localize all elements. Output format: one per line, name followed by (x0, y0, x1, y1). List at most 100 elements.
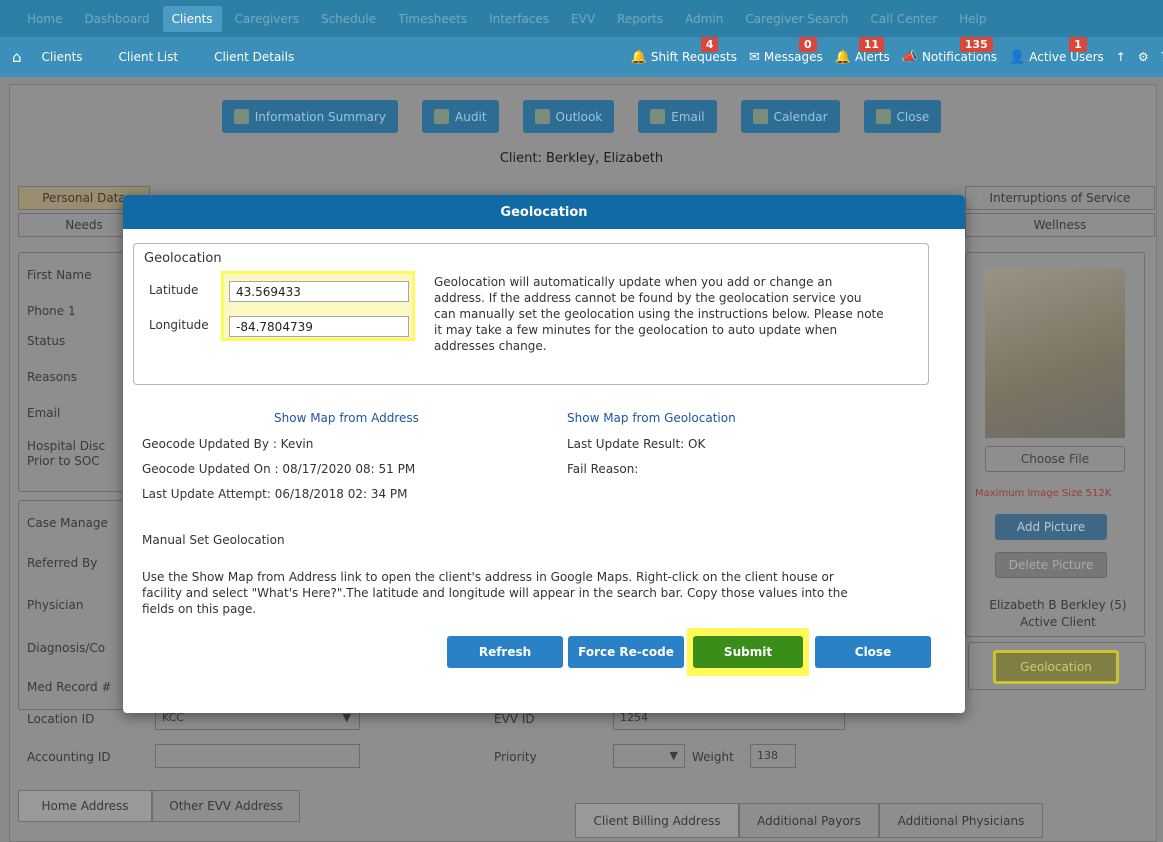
close-button[interactable]: Close (815, 636, 931, 668)
latitude-input[interactable] (229, 281, 409, 302)
manual-instructions-line: fields on this page. (142, 602, 257, 616)
longitude-input[interactable] (229, 316, 409, 337)
alerts-badge: 11 (858, 36, 885, 52)
geolocation-button[interactable]: Geolocation (993, 650, 1119, 684)
weight-field[interactable]: 138 (750, 744, 796, 768)
med-record-label: Med Record # (27, 680, 112, 694)
refresh-button[interactable]: Refresh (447, 636, 563, 668)
alerts-link[interactable]: 🔔 Alerts 11 (835, 36, 890, 65)
manual-instructions-line: facility and select "What's Here?".The l… (142, 586, 848, 600)
subnav-client-list[interactable]: Client List (119, 50, 179, 64)
manual-set-geolocation-title: Manual Set Geolocation (142, 533, 285, 547)
nav-admin[interactable]: Admin (676, 12, 732, 26)
show-map-from-geolocation-link[interactable]: Show Map from Geolocation (567, 411, 736, 425)
priority-select[interactable]: ▼ (613, 744, 685, 768)
add-picture-button[interactable]: Add Picture (995, 514, 1107, 540)
tab-client-billing-address[interactable]: Client Billing Address (575, 803, 739, 838)
nav-caregivers[interactable]: Caregivers (226, 12, 308, 26)
client-photo (985, 268, 1125, 438)
shift-requests-badge: 4 (700, 36, 719, 52)
weight-label: Weight (692, 750, 734, 764)
force-recode-button[interactable]: Force Re-code (568, 636, 684, 668)
geocode-updated-on: Geocode Updated On : 08/17/2020 08: 51 P… (142, 462, 416, 476)
manual-instructions-line: Use the Show Map from Address link to op… (142, 570, 834, 584)
longitude-label: Longitude (149, 318, 209, 332)
email-label: Email (27, 406, 61, 420)
geolocation-modal: Geolocation Geolocation Latitude Longitu… (123, 195, 965, 713)
envelope-icon: ✉ (748, 49, 760, 65)
bell-icon: 🔔 (630, 49, 647, 65)
nav-clients[interactable]: Clients (162, 5, 222, 32)
dropdown-arrow-icon: ▼ (669, 749, 678, 762)
email-button[interactable]: Email (638, 100, 717, 133)
tab-wellness[interactable]: Wellness (965, 213, 1155, 237)
nav-interfaces[interactable]: Interfaces (480, 12, 558, 26)
physician-label: Physician (27, 598, 84, 612)
nav-schedule[interactable]: Schedule (312, 12, 385, 26)
latitude-label: Latitude (149, 283, 199, 297)
subnav-clients[interactable]: Clients (42, 50, 83, 64)
accounting-id-label: Accounting ID (27, 750, 111, 764)
referred-by-label: Referred By (27, 556, 98, 570)
nav-home[interactable]: Home (18, 12, 71, 26)
nav-reports[interactable]: Reports (608, 12, 672, 26)
submit-button[interactable]: Submit (693, 636, 803, 668)
tab-other-evv-address[interactable]: Other EVV Address (152, 790, 300, 822)
home-icon[interactable]: ⌂ (12, 48, 22, 66)
geolocation-group-label: Geolocation (144, 251, 222, 266)
envelope-icon (650, 109, 666, 124)
top-nav: Home Dashboard Clients Caregivers Schedu… (0, 0, 1163, 37)
diagnosis-label: Diagnosis/Co (27, 641, 106, 655)
geolocation-info-line: can manually set the geolocation using t… (434, 307, 884, 321)
outlook-button[interactable]: Outlook (522, 100, 615, 133)
tab-home-address[interactable]: Home Address (18, 790, 152, 822)
sub-nav: ⌂ Clients Client List Client Details 🔔 Sh… (0, 36, 1163, 77)
nav-timesheets[interactable]: Timesheets (389, 12, 476, 26)
nav-help[interactable]: Help (950, 12, 995, 26)
document-icon (434, 109, 450, 124)
nav-call-center[interactable]: Call Center (862, 12, 947, 26)
active-users-badge: 1 (1069, 36, 1087, 52)
client-name-label: Elizabeth B Berkley (5) (989, 598, 1127, 612)
location-id-label: Location ID (27, 712, 95, 726)
client-title: Client: Berkley, Elizabeth (499, 151, 664, 166)
delete-picture-button[interactable]: Delete Picture (995, 552, 1107, 578)
gear-icon[interactable]: ⚙ (1138, 50, 1149, 64)
user-icon: 👤 (1009, 49, 1026, 65)
prior-to-soc-label: Prior to SOC (27, 454, 100, 468)
client-status-label: Active Client (1020, 615, 1096, 629)
show-map-from-address-link[interactable]: Show Map from Address (274, 411, 419, 425)
close-page-button[interactable]: Close (863, 100, 942, 133)
outlook-icon (534, 109, 550, 124)
reasons-label: Reasons (27, 370, 77, 384)
tab-interruptions-of-service[interactable]: Interruptions of Service (965, 186, 1155, 210)
evv-id-label: EVV ID (494, 712, 535, 726)
nav-evv[interactable]: EVV (562, 12, 604, 26)
calendar-icon (752, 109, 768, 124)
tab-additional-physicians[interactable]: Additional Physicians (879, 803, 1043, 838)
shift-requests-link[interactable]: 🔔 Shift Requests 4 (630, 36, 737, 65)
geolocation-info-line: address. If the address cannot be found … (434, 291, 862, 305)
first-name-label: First Name (27, 268, 92, 282)
geolocation-info-line: it may take a few minutes for the geoloc… (434, 323, 838, 337)
messages-link[interactable]: ✉ Messages 0 (748, 36, 823, 65)
fail-reason: Fail Reason: (567, 462, 639, 476)
megaphone-icon: 📣 (901, 49, 918, 65)
nav-dashboard[interactable]: Dashboard (75, 12, 158, 26)
tab-additional-payors[interactable]: Additional Payors (739, 803, 879, 838)
information-summary-button[interactable]: Information Summary (221, 100, 399, 133)
accounting-id-field[interactable] (155, 744, 360, 768)
notifications-link[interactable]: 📣 Notifications 135 (901, 36, 997, 65)
audit-button[interactable]: Audit (422, 100, 499, 133)
active-users-link[interactable]: 👤 Active Users 1 (1009, 36, 1104, 65)
calendar-button[interactable]: Calendar (740, 100, 840, 133)
info-icon (233, 109, 249, 124)
upload-icon[interactable]: ↑ (1116, 50, 1126, 64)
status-label: Status (27, 334, 66, 348)
client-toolbar: Information Summary Audit Outlook Email … (0, 100, 1163, 133)
priority-label: Priority (494, 750, 537, 764)
choose-file-button[interactable]: Choose File (985, 446, 1125, 472)
subnav-client-details[interactable]: Client Details (214, 50, 294, 64)
last-update-attempt: Last Update Attempt: 06/18/2018 02: 34 P… (142, 487, 408, 501)
nav-caregiver-search[interactable]: Caregiver Search (736, 12, 857, 26)
